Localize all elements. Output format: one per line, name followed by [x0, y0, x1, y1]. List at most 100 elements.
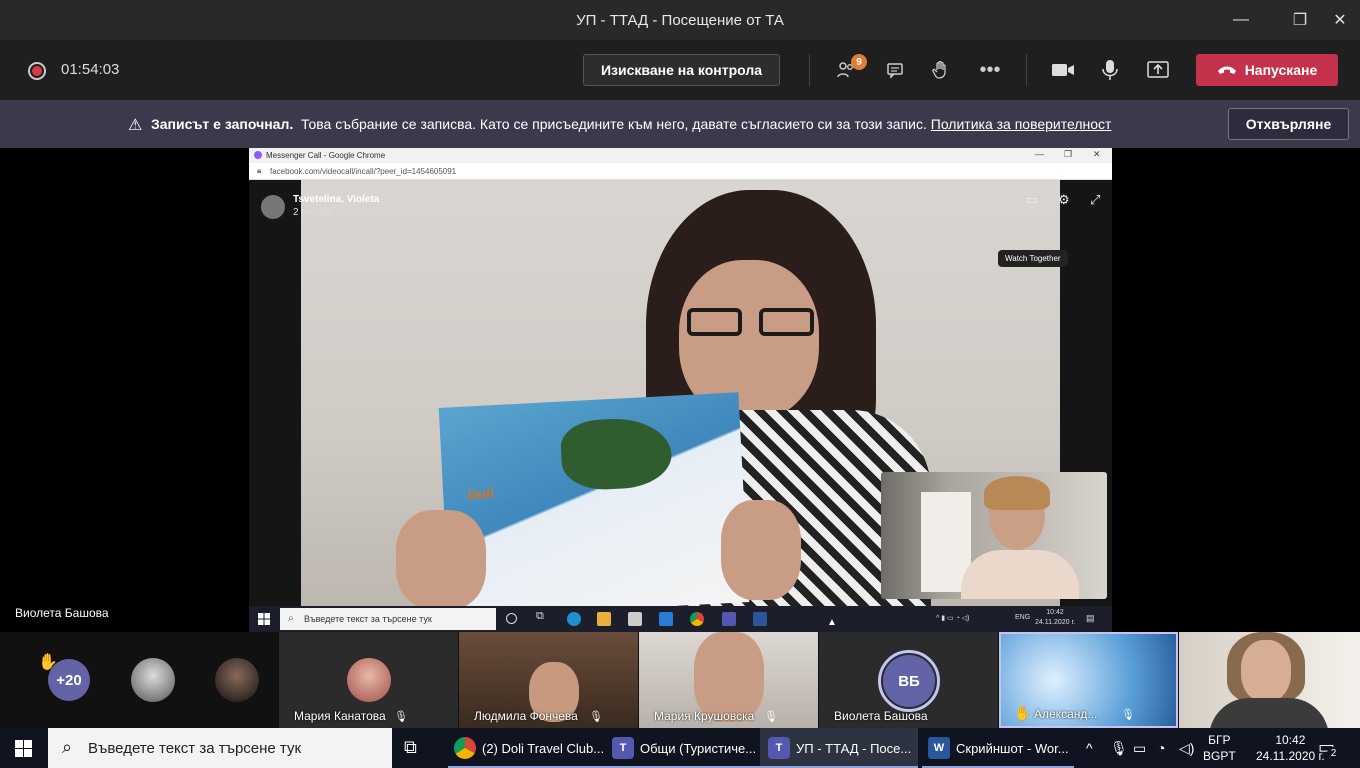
recording-banner: ⚠ Записът е започнал. Това събрание се з…	[0, 100, 1360, 148]
participant-name: Мария Канатова	[294, 709, 386, 723]
settings-icon: ⚙	[1058, 192, 1070, 207]
mic-off-icon: 🎙︎	[394, 711, 408, 723]
participant-tile[interactable]: ✋ Александ... 🎙︎	[999, 632, 1178, 728]
participant-initials-avatar: ВБ	[878, 650, 940, 712]
taskbar-app-label: УП - ТТАД - Посе...	[796, 740, 912, 756]
inner-tray-icons: ^ ▮ ▭ ◔ ◁)	[936, 615, 970, 622]
share-screen-icon[interactable]	[1144, 56, 1172, 84]
inner-search-box: ⌕ Въведете текст за търсене тук	[280, 608, 496, 630]
self-video-tile[interactable]	[1179, 632, 1360, 728]
messenger-icon	[254, 151, 262, 159]
title-bar: УП - ТТАД - Посещение от ТА — ❐ ✕	[0, 0, 1360, 40]
word-icon: W	[928, 737, 950, 759]
watch-together-icon: ▭	[1026, 192, 1039, 207]
browser-restore-icon: ❐	[1064, 149, 1073, 159]
inner-notification-icon: ▤	[1086, 613, 1095, 623]
minimize-button[interactable]: —	[1202, 0, 1280, 40]
browser-url: facebook.com/videocall/incall/?peer_id=1…	[270, 167, 457, 176]
meeting-timer: 01:54:03	[61, 61, 120, 78]
overflow-tile[interactable]: ✋ +20	[0, 632, 110, 728]
privacy-policy-link[interactable]: Политика за поверителност	[931, 116, 1112, 132]
participant-initials: ВБ	[883, 655, 935, 707]
language-indicator[interactable]: БГР BGPT	[1203, 732, 1236, 764]
right-hand	[721, 500, 801, 600]
lock-icon: 🔒︎	[257, 166, 262, 175]
mouse-cursor: ▲	[827, 617, 837, 628]
taskbar-clock[interactable]: 10:42 24.11.2020 г.	[1256, 732, 1325, 764]
inner-edge-icon	[567, 612, 581, 626]
self-view-video	[881, 472, 1107, 599]
shared-screen-presenter-name: Виолета Башова	[15, 606, 109, 620]
participant-avatar[interactable]	[131, 658, 175, 702]
volume-icon[interactable]: ◁)	[1179, 728, 1194, 768]
taskbar-app-chrome[interactable]: (2) Doli Travel Club...	[448, 728, 606, 768]
taskbar-app-label: Скрийншот - Wor...	[956, 740, 1069, 756]
participant-tile[interactable]: Людмила Фончева 🎙︎	[459, 632, 638, 728]
shared-screen: Messenger Call - Google Chrome — ❐ ✕ 🔒︎ …	[249, 148, 1112, 632]
recording-icon	[28, 62, 46, 80]
inner-taskview-icon: ⧉	[536, 610, 544, 622]
banner-bold-text: Записът е започнал.	[151, 116, 294, 132]
microphone-tray-icon[interactable]: 🎙︎	[1110, 728, 1128, 768]
browser-title-bar: Messenger Call - Google Chrome — ❐ ✕	[249, 148, 1112, 163]
windows-taskbar: ⌕ Въведете текст за търсене тук ⧉ (2) Do…	[0, 728, 1360, 768]
clock-date: 24.11.2020 г.	[1256, 749, 1325, 763]
pip-torso	[961, 550, 1079, 599]
windows-start-icon[interactable]	[15, 740, 32, 757]
inner-mail-icon	[659, 612, 673, 626]
taskbar-search-box[interactable]: ⌕ Въведете текст за търсене тук	[48, 728, 392, 768]
restore-button[interactable]: ❐	[1280, 0, 1320, 40]
raise-hand-icon: ✋	[1014, 705, 1032, 721]
language-top: БГР	[1208, 733, 1231, 747]
mic-off-icon: 🎙︎	[764, 711, 778, 723]
inner-explorer-icon	[597, 612, 611, 626]
raise-hand-icon[interactable]	[927, 56, 955, 84]
window-title: УП - ТТАД - Посещение от ТА	[576, 11, 784, 29]
inner-date: 24.11.2020 г.	[1035, 619, 1076, 626]
inner-store-icon	[628, 612, 642, 626]
microphone-icon[interactable]	[1096, 56, 1124, 84]
leave-button[interactable]: Напускане	[1196, 54, 1338, 86]
participant-name: Людмила Фончева	[474, 709, 578, 723]
browser-minimize-icon: —	[1035, 149, 1044, 159]
camera-icon[interactable]	[1049, 56, 1077, 84]
teams-icon: T	[768, 737, 790, 759]
hang-up-icon	[1217, 66, 1236, 74]
banner-text: Записът е започнал. Това събрание се зап…	[151, 116, 1111, 132]
taskbar-app-word[interactable]: W Скрийншот - Wor...	[922, 728, 1074, 768]
dismiss-button[interactable]: Отхвърляне	[1228, 108, 1349, 140]
inner-taskbar: ⌕ Въведете текст за търсене тук ⧉ ▲ ^ ▮ …	[249, 606, 1112, 632]
task-view-icon[interactable]: ⧉	[404, 737, 417, 758]
left-hand	[396, 510, 486, 606]
notification-count: 2	[1327, 747, 1340, 760]
request-control-button[interactable]: Изискване на контрола	[583, 54, 780, 86]
taskbar-app-teams-general[interactable]: T Общи (Туристиче...	[606, 728, 760, 768]
inner-language: ENG	[1015, 614, 1031, 621]
participant-tile[interactable]: Мария Крушовска 🎙︎	[639, 632, 818, 728]
watch-together-tooltip: Watch Together	[998, 250, 1068, 267]
meeting-control-bar: 01:54:03 Изискване на контрола 9 ••• Нап…	[0, 40, 1360, 100]
language-bottom: BGPT	[1203, 749, 1236, 763]
taskbar-app-teams-meeting[interactable]: T УП - ТТАД - Посе...	[760, 728, 918, 768]
wifi-icon[interactable]: ◔	[1157, 728, 1165, 768]
participant-avatar	[347, 658, 391, 702]
warning-icon: ⚠	[128, 117, 143, 134]
chat-icon[interactable]	[881, 56, 909, 84]
self-face	[1241, 640, 1291, 702]
overflow-count[interactable]: +20	[48, 659, 90, 701]
show-hidden-icons[interactable]: ^	[1086, 728, 1093, 768]
participant-tile[interactable]: Мария Канатова 🎙︎	[279, 632, 458, 728]
participant-avatar[interactable]	[215, 658, 259, 702]
leave-label: Напускане	[1244, 62, 1318, 78]
close-button[interactable]: ✕	[1320, 0, 1360, 40]
battery-icon[interactable]: ▭	[1133, 728, 1146, 768]
call-name: Tsvetelina, Violeta	[293, 194, 380, 205]
mic-off-icon: 🎙︎	[1121, 709, 1135, 721]
browser-close-icon: ✕	[1093, 149, 1101, 159]
more-options-icon[interactable]: •••	[976, 56, 1004, 84]
inner-search-icon: ⌕	[288, 613, 294, 624]
participant-name: Александ...	[1034, 707, 1098, 721]
teams-icon: T	[612, 737, 634, 759]
participants-count-badge: 9	[851, 54, 867, 70]
mic-off-icon: 🎙︎	[589, 711, 603, 723]
